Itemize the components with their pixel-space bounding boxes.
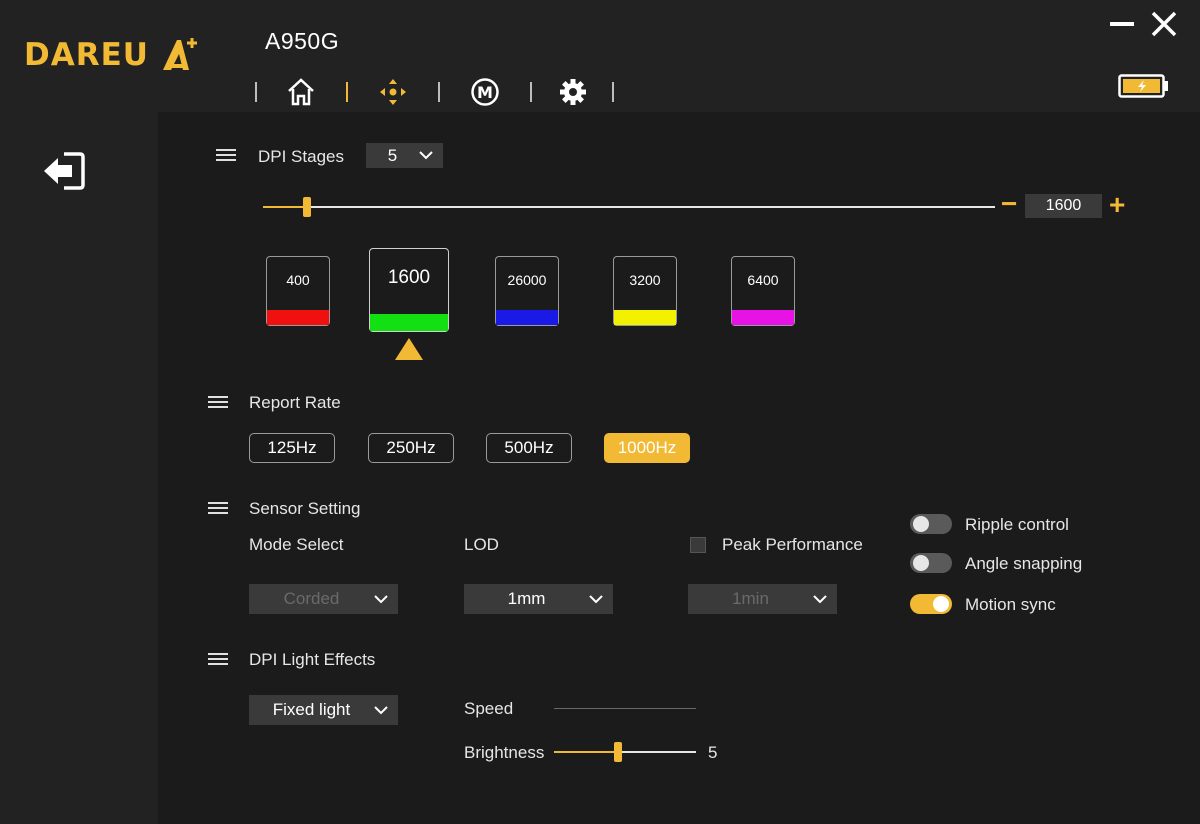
dpi-stages-count-select[interactable]: 5 [366, 143, 443, 168]
brightness-slider-thumb[interactable] [613, 742, 622, 762]
dpi-stage-4[interactable]: 3200 [613, 256, 677, 326]
toggle-switch[interactable] [910, 514, 952, 534]
battery-icon [1118, 74, 1168, 98]
home-icon[interactable] [285, 76, 317, 108]
light-effect-dropdown[interactable]: Fixed light [249, 695, 398, 725]
brand-name: DAREU [24, 37, 149, 73]
dpi-stages-count-value: 5 [387, 145, 398, 165]
dpi-stages-label: DPI Stages [258, 147, 344, 166]
dareu-logo: DAREU [24, 34, 201, 76]
toggle-switch[interactable] [910, 594, 952, 614]
a-plus-logo-icon [162, 38, 197, 70]
dpi-stage-value: 26000 [507, 272, 547, 288]
list-icon [208, 653, 228, 667]
dpi-stage-value: 3200 [629, 272, 661, 288]
dpi-stage-value: 1600 [387, 267, 431, 288]
brightness-label: Brightness [464, 743, 545, 762]
brightness-value: 5 [708, 743, 718, 762]
nav-separator [530, 82, 532, 102]
dpi-stage-value: 6400 [747, 272, 779, 288]
dpi-stage-5[interactable]: 6400 [731, 256, 795, 326]
chevron-down-icon [589, 594, 603, 603]
dpi-stage-2[interactable]: 1600 [369, 248, 449, 332]
lod-label: LOD [464, 535, 499, 554]
exit-icon[interactable] [40, 150, 86, 192]
report-rate-1000hz[interactable]: 1000Hz [604, 433, 690, 463]
lod-dropdown[interactable]: 1mm [464, 584, 613, 614]
nav-separator [255, 82, 257, 102]
toggle-knob [933, 596, 949, 612]
title-bar: DAREU A950G M [0, 0, 1200, 112]
peak-performance-label: Peak Performance [722, 535, 863, 554]
sensor-setting-label: Sensor Setting [249, 499, 361, 518]
mode-select-value: Corded [283, 589, 340, 608]
dpi-value-field[interactable]: 1600 [1025, 194, 1102, 218]
device-name: A950G [265, 28, 340, 54]
nav-separator [438, 82, 440, 102]
macro-m-icon[interactable]: M [469, 76, 501, 108]
dpi-stage-color-swatch[interactable] [614, 310, 676, 325]
dpi-slider-track[interactable] [263, 206, 995, 208]
svg-text:M: M [477, 83, 493, 102]
selected-stage-indicator [395, 338, 423, 360]
dpi-stage-value: 400 [286, 272, 310, 288]
chevron-down-icon [813, 594, 827, 603]
toggle-switch[interactable] [910, 553, 952, 573]
report-rate-label: Report Rate [249, 393, 341, 412]
dpi-light-effects-label: DPI Light Effects [249, 650, 376, 669]
dpi-slider-thumb[interactable] [302, 197, 311, 217]
toggle-label: Motion sync [965, 595, 1056, 614]
toggle-knob [913, 555, 929, 571]
peak-performance-dropdown[interactable]: 1min [688, 584, 837, 614]
report-rate-250hz[interactable]: 250Hz [368, 433, 454, 463]
minimize-icon[interactable] [1108, 10, 1136, 38]
report-rate-500hz[interactable]: 500Hz [486, 433, 572, 463]
list-icon [216, 149, 236, 163]
dpi-stage-color-swatch[interactable] [370, 314, 448, 331]
dpi-stage-1[interactable]: 400 [266, 256, 330, 326]
mode-select-label: Mode Select [249, 535, 344, 554]
chevron-down-icon [374, 594, 388, 603]
sidebar [0, 112, 158, 824]
peak-performance-checkbox[interactable] [690, 537, 706, 553]
mode-select-dropdown[interactable]: Corded [249, 584, 398, 614]
speed-label: Speed [464, 699, 514, 718]
speed-slider-disabled [554, 708, 696, 709]
toggle-knob [913, 516, 929, 532]
toggle-label: Angle snapping [965, 554, 1083, 573]
toggle-label: Ripple control [965, 515, 1069, 534]
dpi-decrease-button[interactable]: − [1001, 190, 1017, 218]
dpi-increase-button[interactable]: + [1109, 191, 1125, 219]
list-icon [208, 396, 228, 410]
lod-value: 1mm [507, 589, 546, 608]
nav-separator-active [346, 82, 348, 102]
dpi-stage-color-swatch[interactable] [267, 310, 329, 325]
dpi-stage-color-swatch[interactable] [496, 310, 558, 325]
list-icon [208, 502, 228, 516]
nav-separator [612, 82, 614, 102]
gear-icon[interactable] [557, 76, 589, 108]
chevron-down-icon [419, 151, 433, 160]
light-effect-value: Fixed light [272, 700, 351, 719]
chevron-down-icon [374, 705, 388, 714]
dpi-move-icon[interactable] [377, 76, 409, 108]
report-rate-125hz[interactable]: 125Hz [249, 433, 335, 463]
dpi-stage-color-swatch[interactable] [732, 310, 794, 325]
close-icon[interactable] [1150, 10, 1178, 38]
peak-performance-value: 1min [732, 589, 769, 608]
main-panel: DPI Stages 5 − 1600 + 400 1600 26000 3200 64… [158, 112, 1200, 824]
dpi-slider-fill [263, 206, 307, 208]
dpi-stage-3[interactable]: 26000 [495, 256, 559, 326]
brightness-slider-fill [554, 751, 618, 753]
